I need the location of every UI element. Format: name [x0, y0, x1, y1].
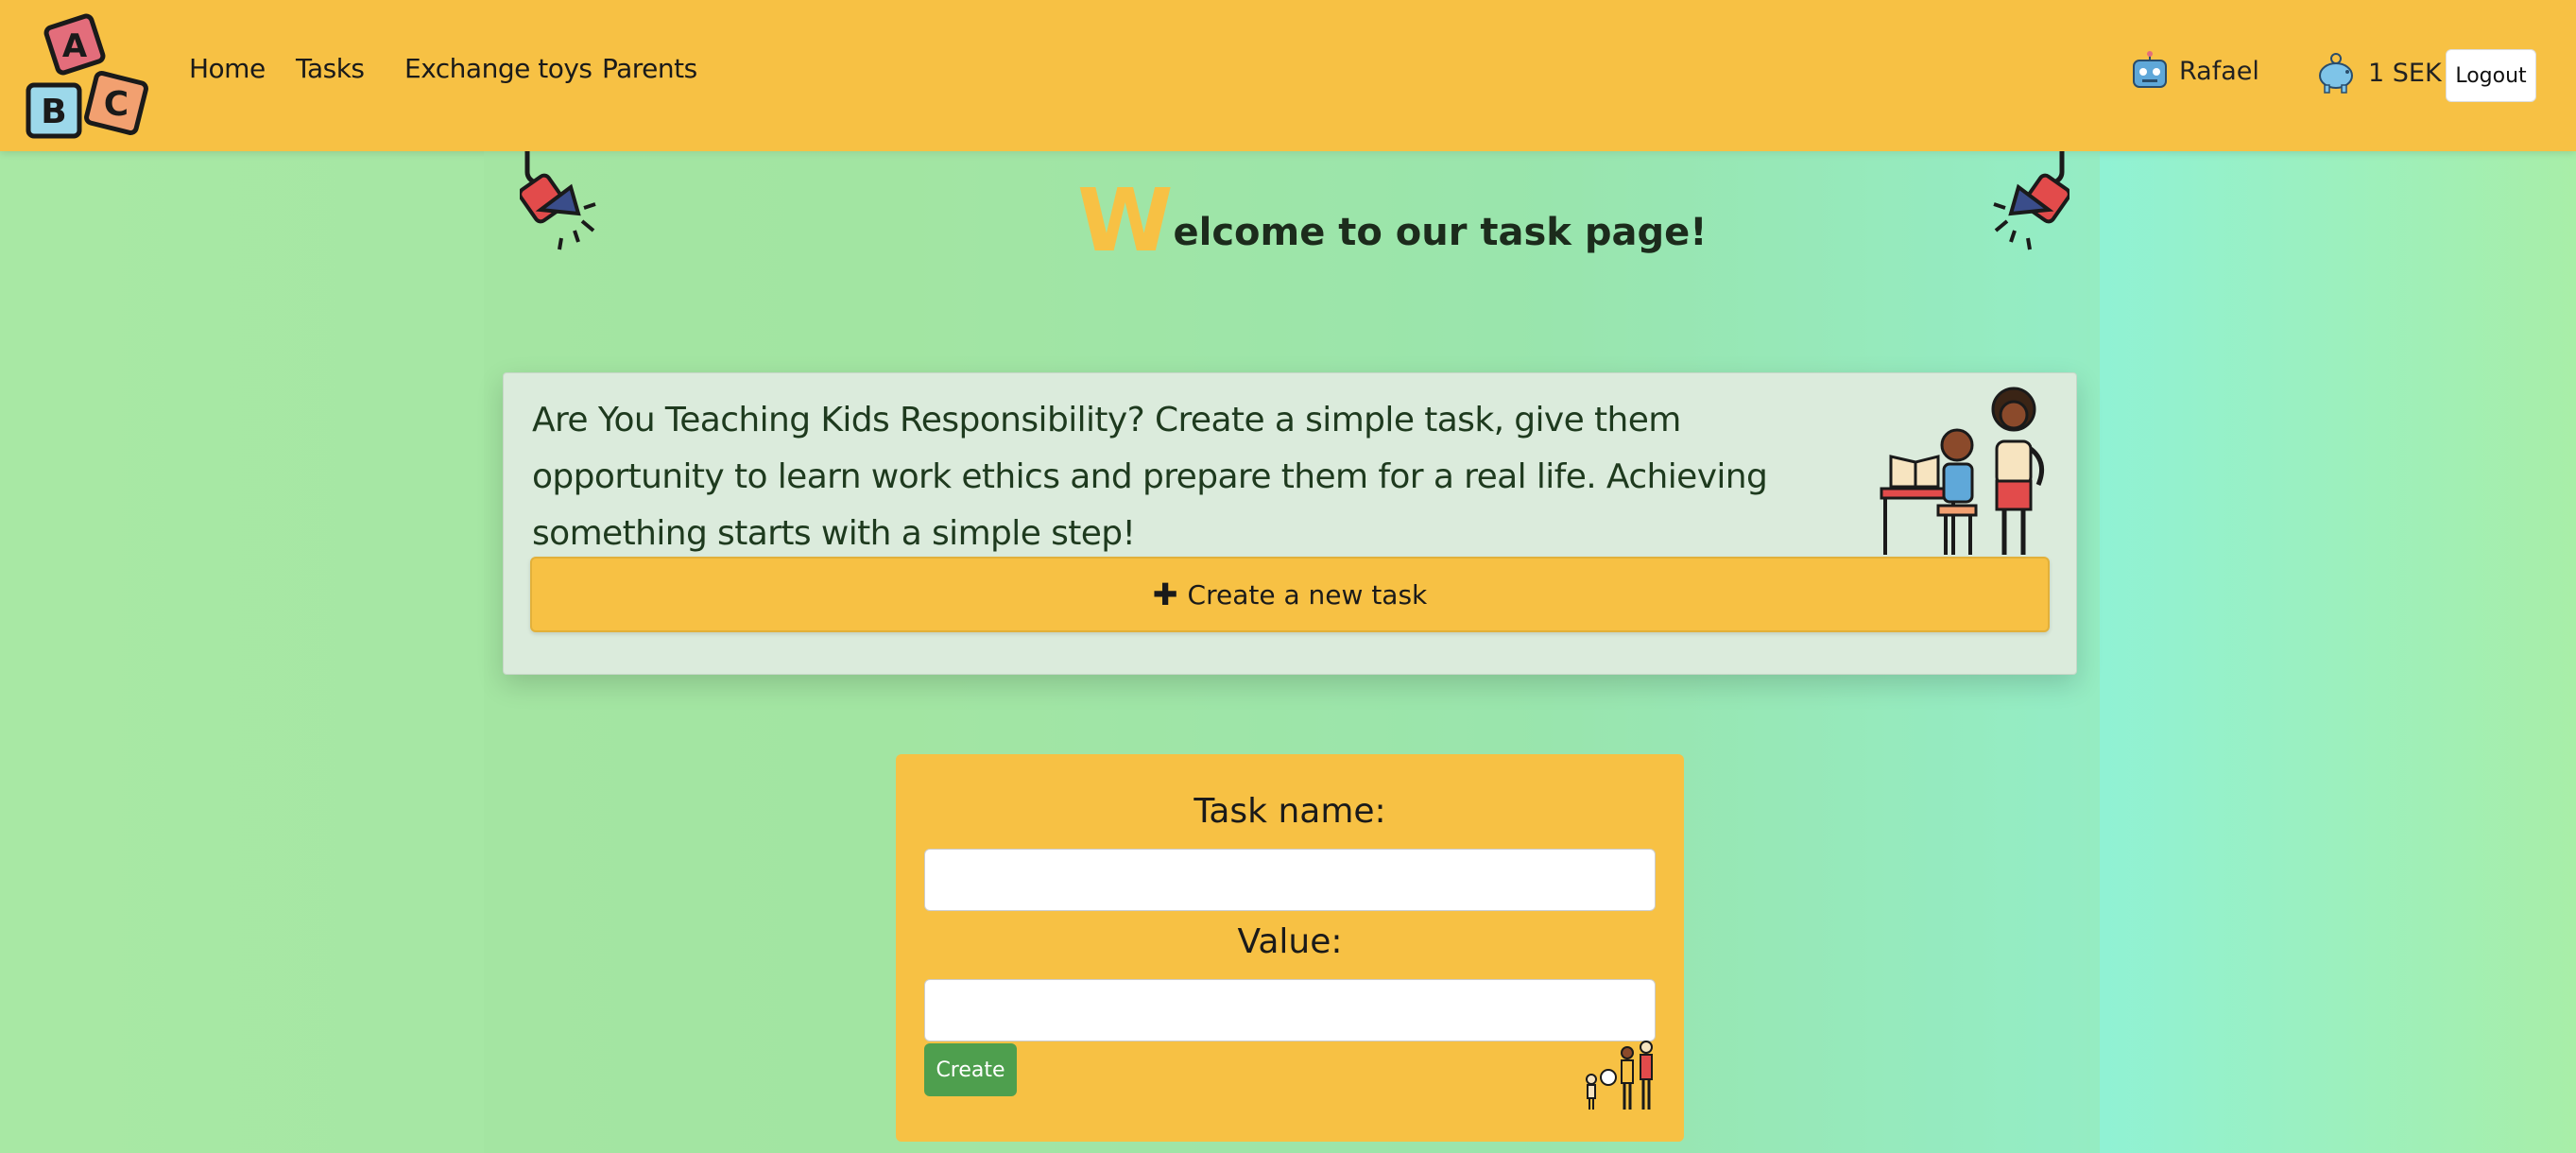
family-small-illustration: [1586, 1041, 1653, 1110]
top-navbar: A B C Home Tasks Exchange toys Parents R…: [0, 0, 2576, 151]
task-name-input[interactable]: [924, 849, 1656, 911]
nav-home-link[interactable]: Home: [189, 53, 266, 84]
info-card: Are You Teaching Kids Responsibility? Cr…: [503, 372, 2077, 675]
username-label: Rafael: [2179, 56, 2259, 86]
task-form: Task name: Value: Create: [896, 754, 1684, 1142]
piggy-bank-icon: [2319, 53, 2353, 94]
value-input[interactable]: [924, 979, 1656, 1041]
robot-avatar-icon: [2133, 51, 2167, 88]
info-text: Are You Teaching Kids Responsibility? Cr…: [532, 401, 1768, 553]
page-title: Welcome to our task page!: [1077, 178, 1707, 265]
task-name-label: Task name:: [1194, 792, 1386, 831]
abc-blocks-logo[interactable]: A B C: [23, 9, 151, 144]
title-rest: elcome to our task page!: [1173, 211, 1708, 254]
create-new-task-button[interactable]: ✚ Create a new task: [530, 557, 2050, 632]
logo-letter-c: C: [104, 85, 129, 124]
logo-letter-b: B: [41, 93, 66, 131]
title-first-letter: W: [1077, 170, 1174, 271]
nav-parents-link[interactable]: Parents: [602, 53, 697, 84]
nav-tasks-link[interactable]: Tasks: [296, 53, 365, 84]
value-label: Value:: [1237, 922, 1343, 961]
balance-display: 1 SEK: [2315, 51, 2442, 95]
create-new-task-label: Create a new task: [1187, 578, 1428, 611]
logout-button[interactable]: Logout: [2446, 49, 2536, 102]
plus-icon: ✚: [1152, 576, 1178, 612]
balance-label: 1 SEK: [2368, 58, 2442, 88]
nav-exchange-toys-link[interactable]: Exchange toys: [404, 53, 592, 84]
spotlight-left-icon: [520, 151, 596, 250]
logo-letter-a: A: [62, 27, 88, 65]
user-profile[interactable]: Rafael: [2130, 51, 2259, 91]
create-task-submit-button[interactable]: Create: [924, 1043, 1017, 1096]
parent-child-study-illustration: [1880, 387, 2045, 555]
spotlight-right-icon: [1993, 151, 2069, 250]
